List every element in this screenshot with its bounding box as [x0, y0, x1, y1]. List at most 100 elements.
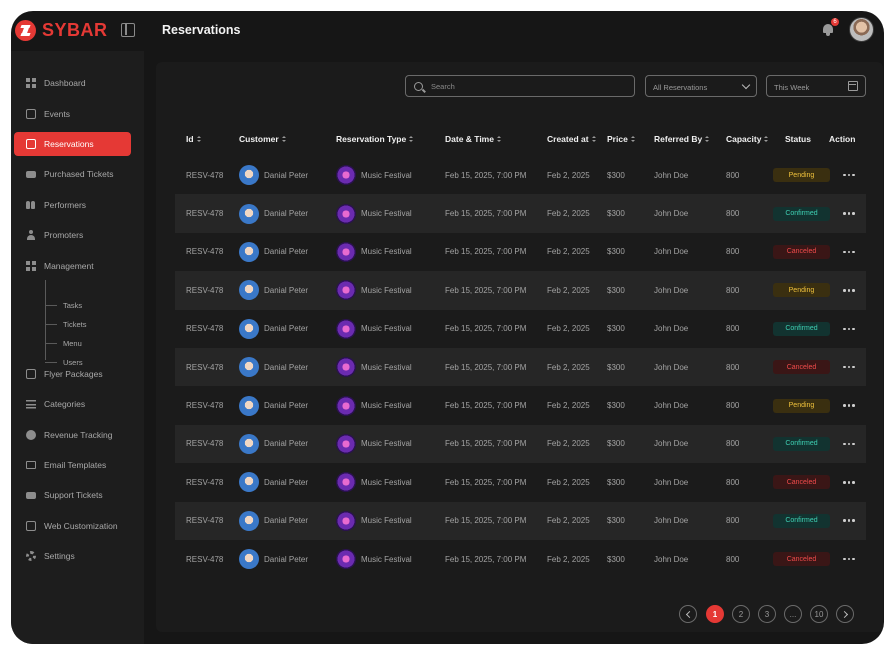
table-row[interactable]: RESV-478 Danial Peter Music Festival Feb 15… — [175, 347, 866, 387]
cell-id: RESV-478 — [186, 439, 224, 449]
cell-id: RESV-478 — [186, 516, 224, 526]
sidebar-item-categories[interactable]: Categories — [14, 392, 131, 416]
sidebar-toggle-icon[interactable] — [121, 23, 135, 37]
sidebar-item-flyer-packages[interactable]: Flyer Packages — [14, 362, 131, 386]
sidebar-item-support-tickets[interactable]: Support Tickets — [14, 483, 131, 507]
customer-avatar — [239, 280, 259, 301]
status-badge: Confirmed — [773, 321, 830, 336]
date-range-picker[interactable]: This Week — [766, 75, 866, 97]
column-header-id[interactable]: Id — [186, 134, 201, 144]
table-row[interactable]: RESV-478 Danial Peter Music Festival Feb 15… — [175, 310, 866, 348]
row-actions-button[interactable] — [843, 425, 855, 463]
customer-avatar — [239, 433, 259, 454]
user-avatar[interactable] — [849, 17, 874, 42]
sidebar-item-management[interactable]: Management — [14, 254, 131, 278]
sidebar-item-reservations[interactable]: Reservations — [14, 132, 131, 156]
cell-capacity: 800 — [726, 324, 740, 334]
status-badge: Canceled — [773, 475, 830, 490]
logo[interactable]: SYBAR — [15, 20, 108, 41]
submenu-item-menu[interactable]: Menu — [45, 337, 82, 349]
sidebar-item-email-templates[interactable]: Email Templates — [14, 453, 131, 477]
table-row[interactable]: RESV-478 Danial Peter Music Festival Feb 15… — [175, 424, 866, 464]
cell-price: $300 — [607, 362, 625, 372]
more-options-icon — [843, 365, 855, 369]
cell-status: Confirmed — [773, 194, 830, 232]
row-actions-button[interactable] — [843, 156, 855, 194]
cell-created-at: Feb 2, 2025 — [547, 516, 590, 526]
event-thumbnail — [336, 549, 356, 570]
event-thumbnail — [336, 165, 356, 186]
row-actions-button[interactable] — [843, 271, 855, 309]
column-header-customer[interactable]: Customer — [239, 134, 286, 144]
column-header-capacity[interactable]: Capacity — [726, 134, 769, 144]
table-row[interactable]: RESV-478 Danial Peter Music Festival Feb 15… — [175, 194, 866, 233]
row-actions-button[interactable] — [843, 233, 855, 271]
sidebar-item-events[interactable]: Events — [14, 102, 131, 126]
ticket-icon — [26, 170, 36, 178]
row-actions-button[interactable] — [843, 194, 855, 232]
cell-id: RESV-478 — [186, 554, 224, 564]
cell-id: RESV-478 — [186, 209, 224, 219]
search-input[interactable] — [431, 81, 621, 91]
page-button-1[interactable]: 1 — [706, 605, 724, 623]
sidebar-item-purchased-tickets[interactable]: Purchased Tickets — [14, 162, 131, 186]
sidebar-item-label: Settings — [44, 551, 75, 561]
page-button-3[interactable]: 3 — [758, 605, 776, 623]
customer-name: Danial Peter — [264, 477, 309, 487]
column-header-created-at[interactable]: Created at — [547, 134, 596, 144]
row-actions-button[interactable] — [843, 386, 855, 424]
row-actions-button[interactable] — [843, 463, 855, 501]
submenu-item-tasks[interactable]: Tasks — [45, 299, 82, 311]
column-header-price[interactable]: Price — [607, 134, 635, 144]
prev-page-button[interactable] — [679, 605, 697, 623]
page-button-10[interactable]: 10 — [810, 605, 828, 623]
customer-name: Danial Peter — [264, 439, 309, 449]
cell-customer: Danial Peter — [239, 348, 308, 386]
page-button-2[interactable]: 2 — [732, 605, 750, 623]
calendar-icon — [26, 109, 36, 119]
sidebar-item-revenue-tracking[interactable]: Revenue Tracking — [14, 423, 131, 447]
cell-customer: Danial Peter — [239, 233, 308, 271]
table-row[interactable]: RESV-478 Danial Peter Music Festival Feb 15… — [175, 156, 866, 194]
row-actions-button[interactable] — [843, 348, 855, 386]
column-header-date-time[interactable]: Date & Time — [445, 134, 501, 144]
reservation-type: Music Festival — [361, 554, 412, 564]
sort-icon — [764, 135, 769, 143]
table-row[interactable]: RESV-478 Danial Peter Music Festival Feb 15… — [175, 233, 866, 271]
date-range-value: This Week — [774, 83, 810, 92]
sidebar-item-promoters[interactable]: Promoters — [14, 223, 131, 247]
sidebar-item-label: Events — [44, 109, 70, 119]
event-thumbnail — [336, 280, 356, 301]
submenu-item-tickets[interactable]: Tickets — [45, 318, 86, 330]
customer-avatar — [239, 241, 259, 262]
customer-avatar — [239, 510, 259, 531]
sidebar-item-settings[interactable]: Settings — [14, 544, 131, 568]
promoter-icon — [26, 230, 36, 240]
row-actions-button[interactable] — [843, 502, 855, 540]
cell-date-time: Feb 15, 2025, 7:00 PM — [445, 362, 527, 372]
table-row[interactable]: RESV-478 Danial Peter Music Festival Feb 15… — [175, 386, 866, 424]
table-row[interactable]: RESV-478 Danial Peter Music Festival Feb 15… — [175, 501, 866, 540]
sidebar-item-label: Promoters — [44, 230, 84, 240]
table-row[interactable]: RESV-478 Danial Peter Music Festival Feb 15… — [175, 271, 866, 310]
reservation-type: Music Festival — [361, 170, 412, 180]
support-icon — [26, 491, 36, 499]
reservation-filter-select[interactable]: All Reservations — [645, 75, 757, 97]
cell-capacity: 800 — [726, 362, 740, 372]
sidebar-item-web-customization[interactable]: Web Customization — [14, 514, 131, 538]
next-page-button[interactable] — [836, 605, 854, 623]
search-box[interactable] — [405, 75, 635, 97]
table-row[interactable]: RESV-478 Danial Peter Music Festival Feb 15… — [175, 540, 866, 578]
cell-status: Confirmed — [773, 502, 830, 540]
table-row[interactable]: RESV-478 Danial Peter Music Festival Feb 15… — [175, 463, 866, 501]
sidebar-item-dashboard[interactable]: Dashboard — [14, 71, 131, 95]
row-actions-button[interactable] — [843, 310, 855, 348]
column-header-status: Status — [785, 134, 811, 144]
row-actions-button[interactable] — [843, 540, 855, 578]
column-header-referred-by[interactable]: Referred By — [654, 134, 710, 144]
sidebar-item-performers[interactable]: Performers — [14, 193, 131, 217]
column-header-reservation-type[interactable]: Reservation Type — [336, 134, 414, 144]
cell-referred-by: John Doe — [654, 285, 689, 295]
cell-customer: Danial Peter — [239, 425, 308, 463]
cell-customer: Danial Peter — [239, 271, 308, 309]
